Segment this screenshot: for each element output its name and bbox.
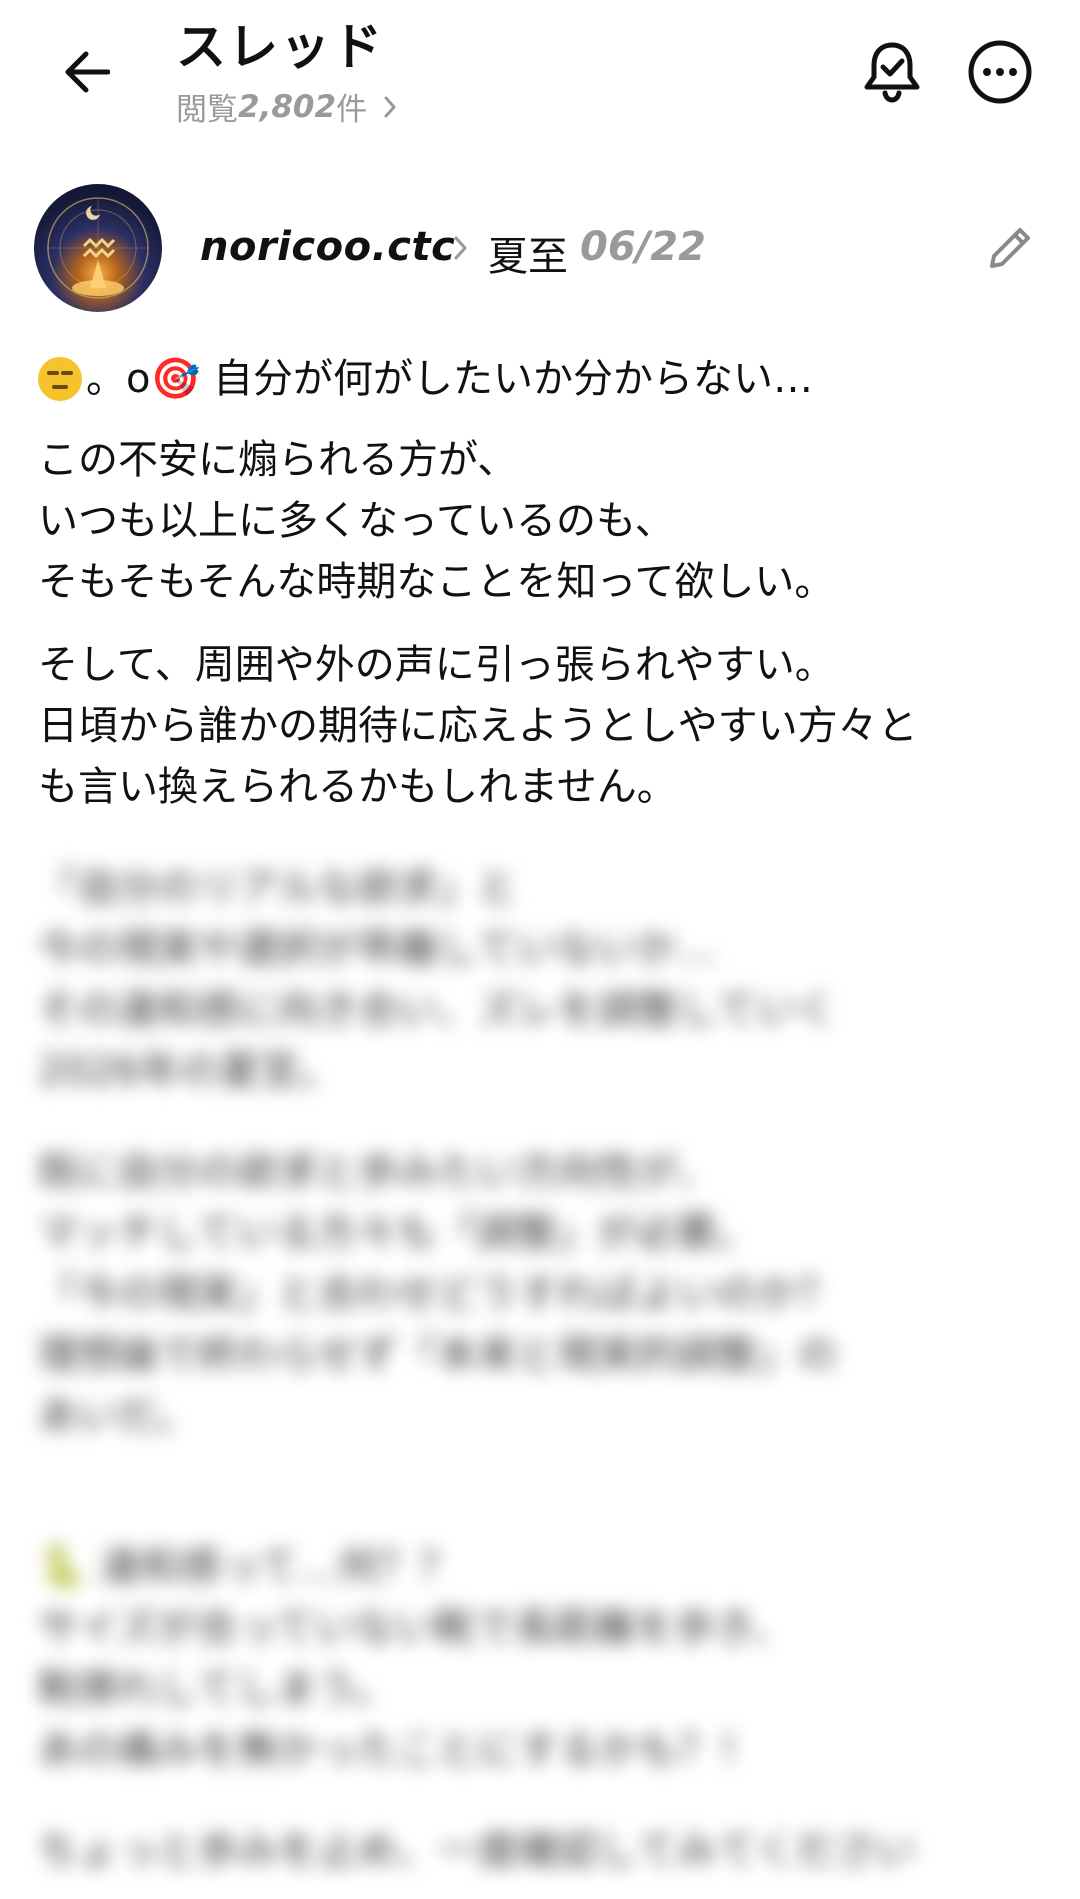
views-prefix: 閲覧 — [176, 92, 238, 128]
thread-screen: スレッド 閲覧 2,802 件 noricoo.ctc 夏至 06/22 。o🎯… — [0, 0, 1080, 1899]
title-block: スレッド 閲覧 2,802 件 — [176, 16, 397, 129]
arrow-left-icon — [65, 51, 110, 93]
post-first-line-text: 。o🎯 自分が何がしたいか分からない… — [86, 356, 813, 402]
blurred-paragraph-4: ちょっと歩みを止め、一度確認してみてください — [38, 1828, 916, 1874]
back-button[interactable] — [50, 35, 124, 109]
notification-button[interactable] — [852, 32, 932, 112]
page-title: スレッド — [176, 18, 384, 76]
blurred-paragraph-1: 「自分のリアルな欲求」と 今の現実や選択が乖離していないか… その違和感に向き合… — [38, 865, 837, 1094]
blurred-paragraph-2: 既に自分の欲求と歩みたい方向性が、 マッチしている方々も「調整」が必要。 「今の… — [38, 1149, 838, 1439]
avatar[interactable] — [34, 184, 162, 312]
edit-button[interactable] — [982, 220, 1042, 280]
bell-check-icon — [864, 42, 920, 103]
expressionless-face-icon — [38, 357, 82, 401]
more-horizontal-icon — [968, 40, 1032, 104]
author-row: noricoo.ctc 夏至 06/22 — [34, 184, 1044, 314]
author-name[interactable]: noricoo.ctc — [200, 224, 455, 270]
views-suffix: 件 — [336, 92, 368, 128]
post-paragraph-1: この不安に煽られる方が、 いつも以上に多くなっているのも、 そもそもそんな時期な… — [38, 437, 835, 605]
chevron-right-icon — [452, 234, 470, 266]
post-first-line: 。o🎯 自分が何がしたいか分からない… — [38, 350, 1038, 408]
post-date: 06/22 — [580, 224, 706, 270]
post-tag[interactable]: 夏至 — [488, 224, 568, 282]
more-options-button[interactable] — [960, 32, 1040, 112]
header: スレッド 閲覧 2,802 件 — [0, 0, 1080, 150]
views-count: 2,802 — [238, 88, 337, 125]
views-link[interactable]: 閲覧 2,802 件 — [176, 84, 397, 129]
post-body: 。o🎯 自分が何がしたいか分からない… この不安に煽られる方が、 いつも以上に多… — [38, 350, 1038, 1882]
chevron-right-icon — [383, 95, 397, 119]
pencil-icon — [990, 228, 1030, 268]
avatar-image — [47, 197, 149, 299]
blurred-content: 「自分のリアルな欲求」と 今の現実や選択が乖離していないか… その違和感に向き合… — [38, 858, 1038, 1882]
blurred-paragraph-3: 🐍 違和感って…何？？ サイズが合っていない靴で長距離を歩き、 靴擦れしてしまう… — [38, 1544, 792, 1773]
post-paragraph-2: そして、周囲や外の声に引っ張られやすい。 日頃から誰かの期待に応えようとしやすい… — [38, 642, 918, 810]
